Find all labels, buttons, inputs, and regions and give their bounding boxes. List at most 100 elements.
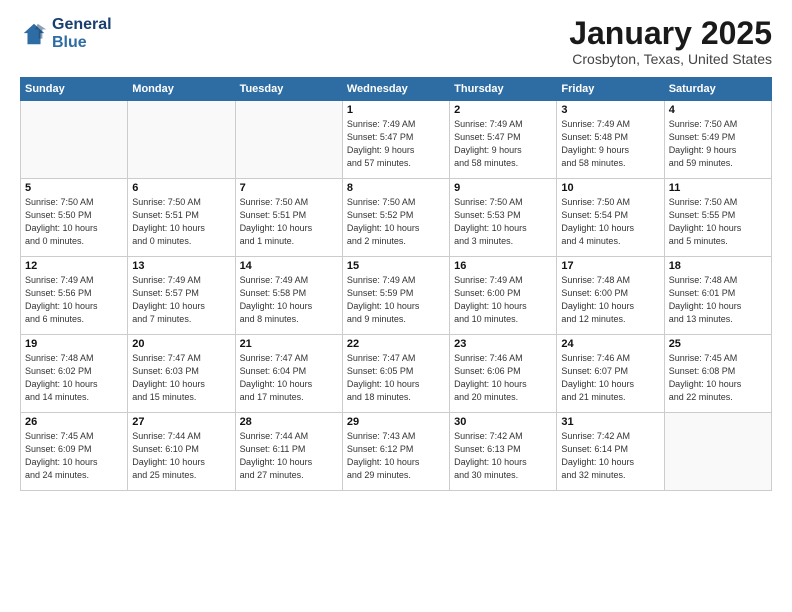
day-cell: 26 Sunrise: 7:45 AM Sunset: 6:09 PM Dayli… <box>21 413 128 491</box>
day-cell: 29Sunrise: 7:43 AM Sunset: 6:12 PM Dayli… <box>342 413 449 491</box>
day-number: 3 <box>561 104 659 116</box>
day-info: Sunrise: 7:46 AM Sunset: 6:07 PM Dayligh… <box>561 352 659 404</box>
day-cell: 19 Sunrise: 7:48 AM Sunset: 6:02 PM Dayli… <box>21 335 128 413</box>
day-number: 20 <box>132 338 230 350</box>
day-info: Sunrise: 7:50 AM Sunset: 5:49 PM Dayligh… <box>669 118 767 170</box>
day-cell: 13Sunrise: 7:49 AM Sunset: 5:57 PM Dayli… <box>128 257 235 335</box>
day-cell: 18 Sunrise: 7:48 AM Sunset: 6:01 PM Dayli… <box>664 257 771 335</box>
day-cell: 27 Sunrise: 7:44 AM Sunset: 6:10 PM Dayli… <box>128 413 235 491</box>
day-cell: 17 Sunrise: 7:48 AM Sunset: 6:00 PM Dayli… <box>557 257 664 335</box>
day-info: Sunrise: 7:45 AM Sunset: 6:09 PM Dayligh… <box>25 430 123 482</box>
day-info: Sunrise: 7:48 AM Sunset: 6:02 PM Dayligh… <box>25 352 123 404</box>
day-info: Sunrise: 7:50 AM Sunset: 5:50 PM Dayligh… <box>25 196 123 248</box>
day-cell: 23 Sunrise: 7:46 AM Sunset: 6:06 PM Dayli… <box>450 335 557 413</box>
day-cell <box>21 101 128 179</box>
day-cell: 21Sunrise: 7:47 AM Sunset: 6:04 PM Dayli… <box>235 335 342 413</box>
week-row-4: 19 Sunrise: 7:48 AM Sunset: 6:02 PM Dayli… <box>21 335 772 413</box>
day-cell: 31Sunrise: 7:42 AM Sunset: 6:14 PM Dayli… <box>557 413 664 491</box>
day-info: Sunrise: 7:49 AM Sunset: 5:48 PM Dayligh… <box>561 118 659 170</box>
week-row-1: 1 Sunrise: 7:49 AM Sunset: 5:47 PM Daylig… <box>21 101 772 179</box>
day-info: Sunrise: 7:47 AM Sunset: 6:04 PM Dayligh… <box>240 352 338 404</box>
day-number: 18 <box>669 260 767 272</box>
day-number: 9 <box>454 182 552 194</box>
day-number: 17 <box>561 260 659 272</box>
day-cell <box>235 101 342 179</box>
day-info: Sunrise: 7:50 AM Sunset: 5:51 PM Dayligh… <box>132 196 230 248</box>
day-cell: 25Sunrise: 7:45 AM Sunset: 6:08 PM Dayli… <box>664 335 771 413</box>
day-info: Sunrise: 7:48 AM Sunset: 6:00 PM Dayligh… <box>561 274 659 326</box>
day-cell: 6 Sunrise: 7:50 AM Sunset: 5:51 PM Daylig… <box>128 179 235 257</box>
day-info: Sunrise: 7:49 AM Sunset: 5:47 PM Dayligh… <box>454 118 552 170</box>
day-info: Sunrise: 7:50 AM Sunset: 5:55 PM Dayligh… <box>669 196 767 248</box>
calendar-table: SundayMondayTuesdayWednesdayThursdayFrid… <box>20 77 772 491</box>
day-number: 10 <box>561 182 659 194</box>
day-number: 11 <box>669 182 767 194</box>
day-cell: 9 Sunrise: 7:50 AM Sunset: 5:53 PM Daylig… <box>450 179 557 257</box>
day-number: 7 <box>240 182 338 194</box>
day-cell <box>664 413 771 491</box>
day-number: 28 <box>240 416 338 428</box>
day-cell: 5 Sunrise: 7:50 AM Sunset: 5:50 PM Daylig… <box>21 179 128 257</box>
day-info: Sunrise: 7:49 AM Sunset: 5:59 PM Dayligh… <box>347 274 445 326</box>
day-number: 25 <box>669 338 767 350</box>
logo: General Blue <box>20 16 112 53</box>
day-info: Sunrise: 7:50 AM Sunset: 5:51 PM Dayligh… <box>240 196 338 248</box>
day-cell: 3 Sunrise: 7:49 AM Sunset: 5:48 PM Daylig… <box>557 101 664 179</box>
day-number: 19 <box>25 338 123 350</box>
weekday-sunday: Sunday <box>21 78 128 101</box>
day-cell: 22 Sunrise: 7:47 AM Sunset: 6:05 PM Dayli… <box>342 335 449 413</box>
day-cell: 24 Sunrise: 7:46 AM Sunset: 6:07 PM Dayli… <box>557 335 664 413</box>
day-number: 14 <box>240 260 338 272</box>
day-number: 29 <box>347 416 445 428</box>
day-number: 15 <box>347 260 445 272</box>
page: General Blue January 2025 Crosbyton, Tex… <box>0 0 792 612</box>
day-info: Sunrise: 7:49 AM Sunset: 5:47 PM Dayligh… <box>347 118 445 170</box>
day-number: 31 <box>561 416 659 428</box>
day-info: Sunrise: 7:49 AM Sunset: 5:58 PM Dayligh… <box>240 274 338 326</box>
day-number: 26 <box>25 416 123 428</box>
day-cell: 12Sunrise: 7:49 AM Sunset: 5:56 PM Dayli… <box>21 257 128 335</box>
day-info: Sunrise: 7:47 AM Sunset: 6:05 PM Dayligh… <box>347 352 445 404</box>
logo-icon <box>20 20 48 48</box>
logo-text: General Blue <box>52 16 112 53</box>
day-info: Sunrise: 7:44 AM Sunset: 6:10 PM Dayligh… <box>132 430 230 482</box>
day-cell: 16Sunrise: 7:49 AM Sunset: 6:00 PM Dayli… <box>450 257 557 335</box>
day-cell: 2 Sunrise: 7:49 AM Sunset: 5:47 PM Daylig… <box>450 101 557 179</box>
day-cell: 15 Sunrise: 7:49 AM Sunset: 5:59 PM Dayli… <box>342 257 449 335</box>
header: General Blue January 2025 Crosbyton, Tex… <box>20 16 772 67</box>
day-info: Sunrise: 7:44 AM Sunset: 6:11 PM Dayligh… <box>240 430 338 482</box>
weekday-thursday: Thursday <box>450 78 557 101</box>
day-number: 1 <box>347 104 445 116</box>
day-cell: 1 Sunrise: 7:49 AM Sunset: 5:47 PM Daylig… <box>342 101 449 179</box>
weekday-monday: Monday <box>128 78 235 101</box>
day-cell: 10 Sunrise: 7:50 AM Sunset: 5:54 PM Dayli… <box>557 179 664 257</box>
day-number: 2 <box>454 104 552 116</box>
day-number: 5 <box>25 182 123 194</box>
calendar-subtitle: Crosbyton, Texas, United States <box>569 51 772 67</box>
day-number: 13 <box>132 260 230 272</box>
day-info: Sunrise: 7:47 AM Sunset: 6:03 PM Dayligh… <box>132 352 230 404</box>
weekday-wednesday: Wednesday <box>342 78 449 101</box>
day-number: 27 <box>132 416 230 428</box>
day-number: 6 <box>132 182 230 194</box>
day-info: Sunrise: 7:48 AM Sunset: 6:01 PM Dayligh… <box>669 274 767 326</box>
weekday-tuesday: Tuesday <box>235 78 342 101</box>
day-info: Sunrise: 7:50 AM Sunset: 5:54 PM Dayligh… <box>561 196 659 248</box>
day-number: 12 <box>25 260 123 272</box>
day-info: Sunrise: 7:50 AM Sunset: 5:53 PM Dayligh… <box>454 196 552 248</box>
day-info: Sunrise: 7:46 AM Sunset: 6:06 PM Dayligh… <box>454 352 552 404</box>
week-row-5: 26 Sunrise: 7:45 AM Sunset: 6:09 PM Dayli… <box>21 413 772 491</box>
day-cell <box>128 101 235 179</box>
week-row-3: 12Sunrise: 7:49 AM Sunset: 5:56 PM Dayli… <box>21 257 772 335</box>
day-info: Sunrise: 7:50 AM Sunset: 5:52 PM Dayligh… <box>347 196 445 248</box>
day-number: 23 <box>454 338 552 350</box>
calendar-title: January 2025 <box>569 16 772 51</box>
day-cell: 7 Sunrise: 7:50 AM Sunset: 5:51 PM Daylig… <box>235 179 342 257</box>
day-number: 24 <box>561 338 659 350</box>
weekday-friday: Friday <box>557 78 664 101</box>
day-number: 4 <box>669 104 767 116</box>
title-block: January 2025 Crosbyton, Texas, United St… <box>569 16 772 67</box>
day-cell: 14 Sunrise: 7:49 AM Sunset: 5:58 PM Dayli… <box>235 257 342 335</box>
day-number: 22 <box>347 338 445 350</box>
day-cell: 30Sunrise: 7:42 AM Sunset: 6:13 PM Dayli… <box>450 413 557 491</box>
